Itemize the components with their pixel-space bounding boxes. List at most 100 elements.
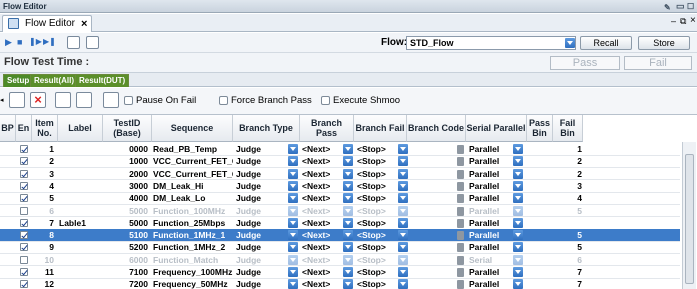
column-header[interactable]: Serial Parallel [466,115,527,142]
new-row-icon[interactable] [9,92,25,108]
column-header[interactable]: Fail Bin [553,115,583,142]
branch-fail-dropdown-icon[interactable] [398,267,408,277]
enable-checkbox[interactable] [20,169,28,178]
branch-type-dropdown-icon[interactable] [288,254,298,265]
store-button[interactable]: Store [638,36,690,50]
serial-parallel-dropdown-icon[interactable] [513,230,523,241]
branch-code-icon[interactable] [457,206,464,216]
branch-pass-dropdown-icon[interactable] [343,180,353,191]
enable-checkbox[interactable] [20,231,28,240]
serial-parallel-dropdown-icon[interactable] [513,168,523,179]
enable-checkbox[interactable] [20,243,28,252]
branch-type-dropdown-icon[interactable] [288,279,298,289]
branch-fail-dropdown-icon[interactable] [398,205,408,216]
branch-fail-dropdown-icon[interactable] [398,156,408,167]
branch-pass-dropdown-icon[interactable] [343,230,353,241]
branch-pass-dropdown-icon[interactable] [343,156,353,167]
branch-code-icon[interactable] [457,181,464,191]
tab-setup[interactable]: Setup [3,74,34,87]
enable-checkbox[interactable] [20,255,28,264]
branch-pass-dropdown-icon[interactable] [343,217,353,228]
branch-code-icon[interactable] [457,280,464,289]
column-header[interactable]: Branch Code [407,115,466,142]
columns-icon[interactable] [103,92,119,108]
enable-checkbox[interactable] [20,181,28,190]
minimize-icon[interactable]: ▭ [676,0,685,13]
tab-result-dut[interactable]: Result(DUT) [75,74,130,87]
branch-type-dropdown-icon[interactable] [288,156,298,167]
branch-code-icon[interactable] [457,243,464,253]
column-header[interactable]: Sequence [152,115,233,142]
branch-type-dropdown-icon[interactable] [288,242,298,253]
insert-after-icon[interactable] [76,92,92,108]
branch-code-icon[interactable] [457,169,464,179]
serial-parallel-dropdown-icon[interactable] [513,217,523,228]
branch-type-dropdown-icon[interactable] [288,168,298,179]
serial-parallel-dropdown-icon[interactable] [513,180,523,191]
serial-parallel-dropdown-icon[interactable] [513,205,523,216]
enable-checkbox[interactable] [20,157,28,166]
branch-pass-dropdown-icon[interactable] [343,254,353,265]
chevron-down-icon[interactable] [565,38,575,48]
enable-checkbox[interactable] [20,206,28,215]
branch-pass-dropdown-icon[interactable] [343,193,353,204]
table-row[interactable]: 3 2000 VCC_Current_FET_OFFJudge <Next> <Stop… [0,168,680,181]
document-icon[interactable] [86,36,99,49]
column-header[interactable]: Label [58,115,103,142]
delete-row-icon[interactable]: × [30,92,46,108]
branch-pass-dropdown-icon[interactable] [343,168,353,179]
enable-checkbox[interactable] [20,145,28,153]
branch-code-icon[interactable] [457,157,464,167]
branch-fail-dropdown-icon[interactable] [398,279,408,289]
branch-pass-dropdown-icon[interactable] [343,144,353,154]
serial-parallel-dropdown-icon[interactable] [513,279,523,289]
enable-checkbox[interactable] [20,218,28,227]
branch-fail-dropdown-icon[interactable] [398,144,408,154]
serial-parallel-dropdown-icon[interactable] [513,267,523,277]
branch-type-dropdown-icon[interactable] [288,217,298,228]
table-row[interactable]: 1 0000 Read_PB_Temp Judge <Next> <Stop> Parall… [0,143,680,156]
tab-flow-editor[interactable]: Flow Editor × [2,15,92,32]
float-icon[interactable]: ⧉ [680,16,686,27]
branch-fail-dropdown-icon[interactable] [398,242,408,253]
column-header[interactable]: En [16,115,32,142]
enable-checkbox[interactable] [20,194,28,203]
table-row[interactable]: 4 3000 DM_Leak_Hi Judge <Next> <Stop> Parallel… [0,180,680,193]
recall-button[interactable]: Recall [580,36,632,50]
branch-type-dropdown-icon[interactable] [288,193,298,204]
step-end-icon[interactable]: ▶❚ [43,37,56,46]
flow-select[interactable]: STD_Flow [406,36,576,50]
column-header[interactable]: BP [0,115,16,142]
column-header[interactable]: Item No. [32,115,58,142]
maximize-icon[interactable]: ☐ [687,0,694,13]
table-row[interactable]: 2 1000 VCC_Current_FET_ONJudge <Next> <Stop>… [0,155,680,169]
branch-fail-dropdown-icon[interactable] [398,168,408,179]
branch-type-dropdown-icon[interactable] [288,267,298,277]
execute-shmoo-checkbox[interactable] [321,96,330,105]
branch-pass-dropdown-icon[interactable] [343,205,353,216]
branch-type-dropdown-icon[interactable] [288,180,298,191]
column-header[interactable]: Branch Fail [354,115,407,142]
branch-fail-dropdown-icon[interactable] [398,254,408,265]
branch-type-dropdown-icon[interactable] [288,205,298,216]
branch-pass-dropdown-icon[interactable] [343,279,353,289]
branch-pass-dropdown-icon[interactable] [343,267,353,277]
insert-before-icon[interactable] [55,92,71,108]
serial-parallel-dropdown-icon[interactable] [513,242,523,253]
restore-icon[interactable]: – [671,16,676,26]
branch-type-dropdown-icon[interactable] [288,144,298,154]
pin-icon[interactable]: ✎ [664,1,671,14]
configure-icon[interactable] [67,36,80,49]
branch-fail-dropdown-icon[interactable] [398,217,408,228]
branch-code-icon[interactable] [457,231,464,241]
stop-icon[interactable]: ■ [17,37,22,47]
serial-parallel-dropdown-icon[interactable] [513,193,523,204]
table-row[interactable]: 6 5000 Function_100MHz Judge <Next> <Stop> Par… [0,205,680,218]
branch-code-icon[interactable] [457,255,464,265]
branch-code-icon[interactable] [457,194,464,204]
table-row[interactable]: 8 5100 Function_1MHz_1 Judge <Next> <Stop> Par… [0,229,680,242]
table-row[interactable]: 11 7100 Frequency_100MHz Judge <Next> <Stop> P… [0,266,680,279]
enable-checkbox[interactable] [20,280,28,289]
table-row[interactable]: 12 7200 Frequency_50MHz Judge <Next> <Stop> Pa… [0,278,680,289]
collapse-icon[interactable]: ◂ [0,96,4,104]
